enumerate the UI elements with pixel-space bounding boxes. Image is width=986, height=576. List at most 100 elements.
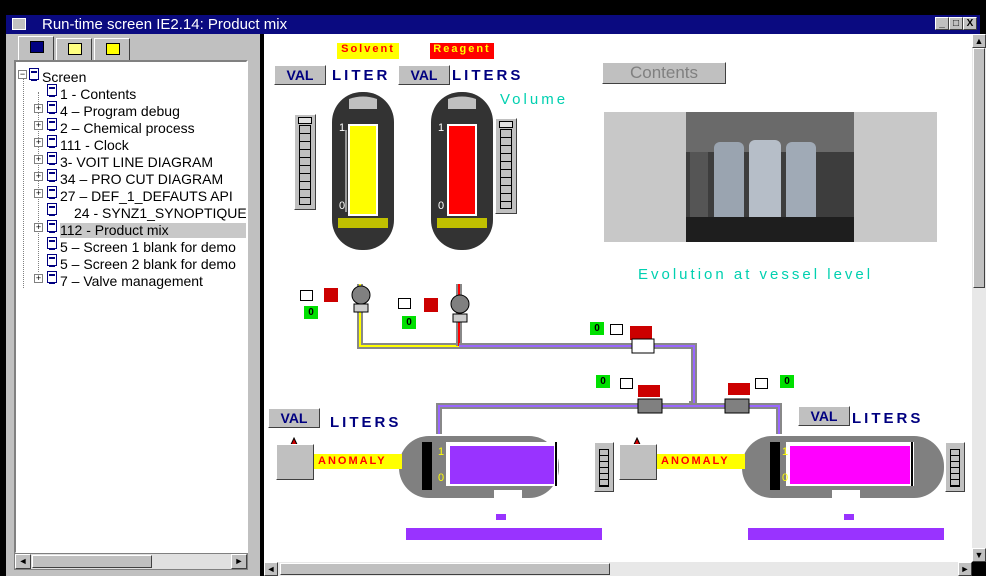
tree-item-chemical-process[interactable]: 2 – Chemical process — [60, 121, 195, 136]
solvent-val-button[interactable]: VAL — [274, 65, 326, 85]
tree-item-screen-2-blank[interactable]: 5 – Screen 2 blank for demo — [60, 257, 236, 272]
tree-item-contents[interactable]: 1 - Contents — [60, 87, 136, 102]
right-mixer-val-button[interactable]: VAL — [798, 406, 850, 426]
screen-icon — [29, 68, 39, 81]
right-alarm-button[interactable] — [619, 444, 657, 480]
expand-clock[interactable]: + — [34, 138, 43, 147]
synoptic-view: Solvent Reagent VAL LITER VAL LITERS Vol… — [264, 34, 972, 562]
left-mix-counter: 0 — [596, 375, 610, 388]
transfer-status-box[interactable] — [610, 324, 623, 335]
reagent-scale-bottom: 0 — [438, 200, 445, 212]
solvent-unit: LITER — [332, 67, 391, 84]
screen-icon — [47, 135, 57, 148]
tree-item-synoptique[interactable]: 24 - SYNZ1_SYNOPTIQUE — [74, 206, 246, 221]
expand-program-debug[interactable]: + — [34, 104, 43, 113]
left-mixer-unit: LITERS — [330, 414, 402, 431]
reagent-unit: LITERS — [452, 67, 524, 84]
screen-icon — [47, 186, 57, 199]
screen-icon — [47, 220, 57, 233]
contents-button[interactable]: Contents — [602, 62, 726, 84]
objects-icon — [106, 43, 120, 55]
right-mixer-gauge[interactable] — [945, 442, 965, 492]
scroll-left-icon[interactable]: ◄ — [264, 562, 278, 576]
window: Run-time screen IE2.14: Product mix _ □ … — [0, 0, 986, 576]
right-mixer-unit: LITERS — [852, 410, 924, 427]
screen-icon — [47, 101, 57, 114]
tree-item-clock[interactable]: 111 - Clock — [60, 138, 129, 153]
right-anomaly-label: ANOMALY — [657, 454, 745, 469]
reagent-valve[interactable] — [424, 294, 470, 323]
right-mix-counter: 0 — [780, 375, 794, 388]
tree-item-program-debug[interactable]: 4 – Program debug — [60, 104, 180, 119]
vessel-photo — [604, 112, 937, 242]
left-mixer-vessel — [399, 436, 559, 502]
scroll-down-icon[interactable]: ▼ — [972, 548, 986, 562]
messages-icon — [68, 43, 82, 55]
solvent-label: Solvent — [337, 43, 399, 59]
horizontal-scroll-thumb[interactable] — [280, 563, 610, 575]
minimize-button[interactable]: _ — [935, 17, 949, 30]
left-mixer-scale-top: 1 — [438, 446, 445, 458]
tab-screens[interactable] — [18, 36, 54, 60]
left-mixer-gauge[interactable] — [594, 442, 614, 492]
expand-chemical-process[interactable]: + — [34, 121, 43, 130]
title-bar[interactable]: Run-time screen IE2.14: Product mix _ □ … — [6, 15, 980, 34]
right-mixer-scale-top: 1 — [782, 446, 789, 458]
tree-item-valve-management[interactable]: 7 – Valve management — [60, 274, 203, 289]
reagent-tank — [431, 92, 493, 250]
expand-product-mix[interactable]: + — [34, 223, 43, 232]
tab-messages[interactable] — [56, 38, 92, 60]
scroll-right-icon[interactable]: ► — [231, 554, 247, 569]
solvent-valve[interactable] — [324, 285, 371, 313]
screen-icon — [47, 84, 57, 97]
close-button[interactable]: X — [963, 17, 977, 30]
main-vertical-scrollbar[interactable]: ▲ ▼ — [972, 34, 986, 562]
left-anomaly-label: ANOMALY — [314, 454, 402, 469]
solvent-scale-bottom: 0 — [339, 200, 346, 212]
expand-pro-cut[interactable]: + — [34, 172, 43, 181]
screen-icon — [47, 271, 57, 284]
main-horizontal-scrollbar[interactable]: ◄ ► — [264, 562, 972, 576]
left-alarm-button[interactable] — [276, 444, 314, 480]
window-icon[interactable] — [12, 18, 26, 30]
expand-valve-management[interactable]: + — [34, 274, 43, 283]
reagent-status-box[interactable] — [398, 298, 411, 309]
screens-icon — [30, 41, 44, 53]
transfer-valve[interactable] — [630, 326, 655, 354]
tree-item-screen-1-blank[interactable]: 5 – Screen 1 blank for demo — [60, 240, 236, 255]
left-mixer-scale-bottom: 0 — [438, 472, 445, 484]
scroll-thumb[interactable] — [32, 555, 152, 568]
maximize-button[interactable]: □ — [949, 17, 963, 30]
left-mix-valve[interactable] — [637, 385, 663, 414]
reagent-val-button[interactable]: VAL — [398, 65, 450, 85]
expand-root[interactable]: − — [18, 70, 27, 79]
screen-icon — [47, 203, 57, 216]
scroll-up-icon[interactable]: ▲ — [972, 34, 986, 48]
solvent-counter: 0 — [304, 306, 318, 319]
tree-item-product-mix[interactable]: 112 - Product mix — [60, 223, 246, 238]
tree-item-def-defauts[interactable]: 27 – DEF_1_DEFAUTS API — [60, 189, 233, 204]
left-mix-status-box[interactable] — [620, 378, 633, 389]
solvent-level-gauge[interactable] — [294, 114, 316, 210]
solvent-status-box[interactable] — [300, 290, 313, 301]
tab-objects[interactable] — [94, 38, 130, 60]
tree-root[interactable]: Screen — [42, 70, 86, 85]
left-mixer-val-button[interactable]: VAL — [268, 408, 320, 428]
expand-voit-line[interactable]: + — [34, 155, 43, 164]
screen-icon — [47, 237, 57, 250]
scroll-right-icon[interactable]: ► — [958, 562, 972, 576]
right-mix-status-box[interactable] — [755, 378, 768, 389]
tree-horizontal-scrollbar[interactable]: ◄ ► — [14, 553, 248, 570]
screen-icon — [47, 254, 57, 267]
tree-item-pro-cut[interactable]: 34 – PRO CUT DIAGRAM — [60, 172, 223, 187]
screen-icon — [47, 118, 57, 131]
scroll-left-icon[interactable]: ◄ — [15, 554, 31, 569]
right-mix-valve[interactable] — [724, 383, 750, 414]
vertical-scroll-thumb[interactable] — [973, 48, 985, 288]
right-output-indicator — [844, 514, 854, 520]
solvent-scale-top: 1 — [339, 122, 346, 134]
expand-def-defauts[interactable]: + — [34, 189, 43, 198]
reagent-level-gauge[interactable] — [495, 118, 517, 214]
tree-item-voit-line[interactable]: 3- VOIT LINE DIAGRAM — [60, 155, 213, 170]
evolution-label: Evolution at vessel level — [638, 266, 874, 283]
